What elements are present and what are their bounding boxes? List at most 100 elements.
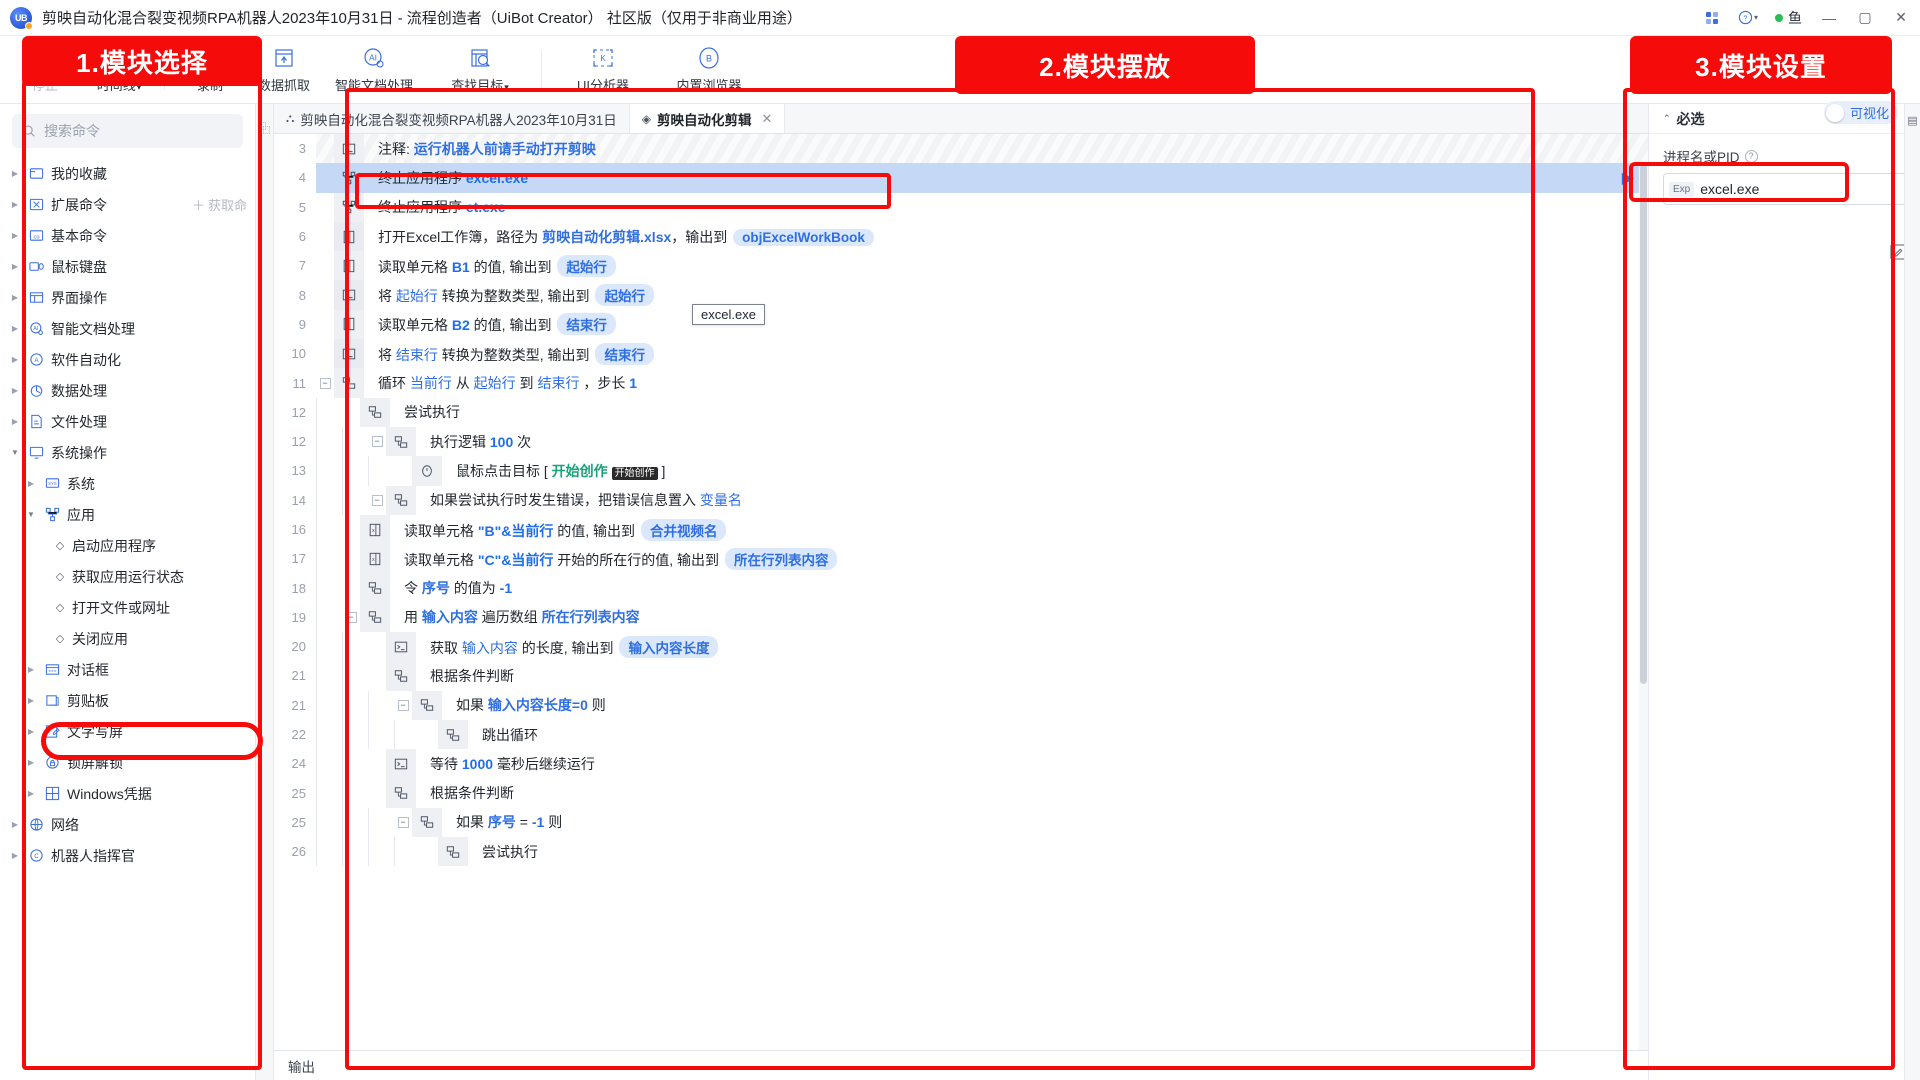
flow-row[interactable]: 7 x 读取单元格 B1 的值, 输出到 起始行 <box>274 251 1648 281</box>
flow-rows-container[interactable]: 3 注释: 运行机器人前请手动打开剪映 4 终止应用程序 excel.exe ▶ 5 终止应… <box>274 134 1648 1050</box>
chevron-right-icon[interactable]: ▶ <box>24 479 38 488</box>
fold-toggle[interactable]: − <box>394 699 412 711</box>
sidebar-item-15[interactable]: ◇ 关闭应用 <box>0 623 255 654</box>
chevron-right-icon[interactable]: ▶ <box>8 851 22 860</box>
flow-row[interactable]: 5 终止应用程序 et.exe <box>274 192 1648 222</box>
expression-tag[interactable]: Exp <box>1669 181 1695 197</box>
fold-toggle[interactable]: − <box>368 494 386 506</box>
flow-row[interactable]: 22 跳出循环 <box>274 719 1648 750</box>
question-icon[interactable]: ? <box>1744 149 1758 163</box>
flow-scrollbar[interactable] <box>1639 164 1648 1050</box>
sidebar-item-13[interactable]: ◇ 获取应用运行状态 <box>0 561 255 592</box>
sidebar-item-9[interactable]: ▼ 系统操作 <box>0 437 255 468</box>
sidebar-item-14[interactable]: ◇ 打开文件或网址 <box>0 592 255 623</box>
sidebar-item-3[interactable]: ▶ 鼠标键盘 <box>0 251 255 282</box>
collapse-icon[interactable]: − <box>371 436 383 448</box>
sidebar-item-1[interactable]: ▶ 扩展命令 ＋获取命 <box>0 189 255 220</box>
collapse-icon[interactable]: − <box>397 816 409 828</box>
chevron-right-icon[interactable]: ▶ <box>24 665 38 674</box>
fold-toggle[interactable]: − <box>394 816 412 828</box>
collapse-icon[interactable]: − <box>397 699 409 711</box>
toolbar-browser[interactable]: B 内置浏览器 <box>656 39 762 101</box>
flow-row[interactable]: 21 根据条件判断 <box>274 661 1648 691</box>
flow-row[interactable]: 25 根据条件判断 <box>274 778 1648 808</box>
sidebar-item-20[interactable]: ▶ Windows凭据 <box>0 778 255 809</box>
chevron-right-icon[interactable]: ▶ <box>8 417 22 426</box>
chevron-right-icon[interactable]: ▶ <box>24 758 38 767</box>
chevron-right-icon[interactable]: ▶ <box>8 820 22 829</box>
sidebar-item-2[interactable]: ▶ co 基本命令 <box>0 220 255 251</box>
flow-row[interactable]: 6 x 打开Excel工作簿，路径为 剪映自动化剪辑.xlsx，输出到 objExc… <box>274 221 1648 252</box>
sidebar-item-11[interactable]: ▼ 应用 <box>0 499 255 530</box>
editor-tab-0[interactable]: ⛬ 剪映自动化混合裂变视频RPA机器人2023年10月31日 <box>274 104 630 133</box>
close-icon[interactable]: ✕ <box>761 111 772 127</box>
chevron-down-icon[interactable]: ▼ <box>24 510 38 519</box>
sidebar-item-6[interactable]: ▶ A 软件自动化 <box>0 344 255 375</box>
sidebar-item-16[interactable]: ▶ 对话框 <box>0 654 255 685</box>
close-button[interactable]: ✕ <box>1884 1 1918 35</box>
sidebar-item-12[interactable]: ◇ 启动应用程序 <box>0 530 255 561</box>
flow-row[interactable]: 12 − 执行逻辑 100 次 <box>274 426 1648 457</box>
toolbar-find-target[interactable]: 查找目标▾ <box>427 39 533 101</box>
sidebar-item-10[interactable]: ▶ SYS 系统 <box>0 468 255 499</box>
sidebar-item-17[interactable]: ▶ 剪贴板 <box>0 685 255 716</box>
fold-toggle[interactable]: − <box>316 377 334 389</box>
flow-row[interactable]: 19 − 用 输入内容 遍历数组 所在行列表内容 <box>274 602 1648 633</box>
flow-row[interactable]: 21 − 如果 输入内容长度=0 则 <box>274 690 1648 720</box>
editor-tab-1[interactable]: ◈ 剪映自动化剪辑 ✕ <box>629 104 786 133</box>
flow-row[interactable]: 12 尝试执行 <box>274 397 1648 427</box>
toolbar-ai-document[interactable]: AI 智能文档处理 <box>321 39 427 101</box>
chevron-right-icon[interactable]: ▶ <box>8 293 22 302</box>
chevron-right-icon[interactable]: ▶ <box>8 324 22 333</box>
search-input[interactable]: 搜索命令 <box>12 114 243 148</box>
sidebar-item-19[interactable]: ▶ 锁屏解锁 <box>0 747 255 778</box>
chevron-right-icon[interactable]: ▶ <box>24 727 38 736</box>
toolbar-ui-analyzer[interactable]: K UI分析器 <box>550 39 656 101</box>
minimize-button[interactable]: — <box>1812 1 1846 35</box>
help-icon[interactable]: ? ▾ <box>1731 1 1765 35</box>
chevron-right-icon[interactable]: ▶ <box>8 200 22 209</box>
flow-row[interactable]: 10 将 结束行 转换为整数类型, 输出到 结束行 <box>274 339 1648 369</box>
sidebar-item-8[interactable]: ▶ 文件处理 <box>0 406 255 437</box>
run-from-here-button[interactable]: ▶ <box>1622 163 1634 192</box>
flow-row[interactable]: 25 − 如果 序号 = -1 则 <box>274 807 1648 838</box>
chevron-right-icon[interactable]: ▶ <box>24 696 38 705</box>
flow-row[interactable]: 14 − 如果尝试执行时发生错误，把错误信息置入 变量名 <box>274 485 1648 515</box>
flow-row[interactable]: 8 将 起始行 转换为整数类型, 输出到 起始行 <box>274 280 1648 310</box>
flow-row[interactable]: 24 等待 1000 毫秒后继续运行 <box>274 749 1648 779</box>
sidebar-item-22[interactable]: ▶ C 机器人指挥官 <box>0 840 255 871</box>
flow-scrollbar-thumb[interactable] <box>1640 164 1647 684</box>
sidebar-item-21[interactable]: ▶ 网络 <box>0 809 255 840</box>
sidebar-item-0[interactable]: ▶ 我的收藏 <box>0 158 255 189</box>
flow-row[interactable]: 26 尝试执行 <box>274 837 1648 867</box>
chevron-right-icon[interactable]: ▶ <box>8 231 22 240</box>
sidebar-item-18[interactable]: ▶ 文字写屏 <box>0 716 255 747</box>
chevron-right-icon[interactable]: ▶ <box>8 386 22 395</box>
collapse-icon[interactable]: − <box>371 494 383 506</box>
flow-row[interactable]: 3 注释: 运行机器人前请手动打开剪映 <box>274 134 1648 164</box>
chevron-right-icon[interactable]: ▶ <box>8 355 22 364</box>
flow-row[interactable]: 16 x 读取单元格 "B"&当前行 的值, 输出到 合并视频名 <box>274 514 1648 545</box>
sidebar-item-4[interactable]: ▶ 界面操作 <box>0 282 255 313</box>
flow-row[interactable]: 20 获取 输入内容 的长度, 输出到 输入内容长度 <box>274 632 1648 662</box>
process-name-input[interactable]: Exp excel.exe <box>1663 173 1906 205</box>
flow-row[interactable]: 17 x 读取单元格 "C"&当前行 开始的所在行的值, 输出到 所在行列表内容 <box>274 544 1648 574</box>
left-strip-icon[interactable]: ⿻ <box>256 122 273 135</box>
visualize-toggle[interactable]: 可视化 <box>1823 101 1898 124</box>
chevron-right-icon[interactable]: ▶ <box>24 789 38 798</box>
get-more-commands-button[interactable]: ＋获取命 <box>192 195 247 214</box>
chevron-right-icon[interactable]: ▶ <box>8 262 22 271</box>
fold-toggle[interactable]: − <box>368 436 386 448</box>
flow-row[interactable]: 9 x 读取单元格 B2 的值, 输出到 结束行 <box>274 309 1648 340</box>
flow-row[interactable]: 13 鼠标点击目标 [ 开始创作 开始创作 ] <box>274 456 1648 486</box>
chevron-right-icon[interactable]: ▶ <box>8 169 22 178</box>
apps-grid-icon[interactable] <box>1695 1 1729 35</box>
fold-toggle[interactable]: − <box>342 611 360 623</box>
sidebar-item-7[interactable]: ▶ 数据处理 <box>0 375 255 406</box>
collapse-icon[interactable]: − <box>319 377 331 389</box>
maximize-button[interactable]: ▢ <box>1848 1 1882 35</box>
chevron-down-icon[interactable]: ▼ <box>8 448 22 457</box>
right-strip-icon[interactable]: ▤ <box>1906 114 1919 127</box>
flow-row[interactable]: 4 终止应用程序 excel.exe ▶ <box>274 163 1648 193</box>
user-status[interactable]: 鱼 <box>1767 8 1810 28</box>
